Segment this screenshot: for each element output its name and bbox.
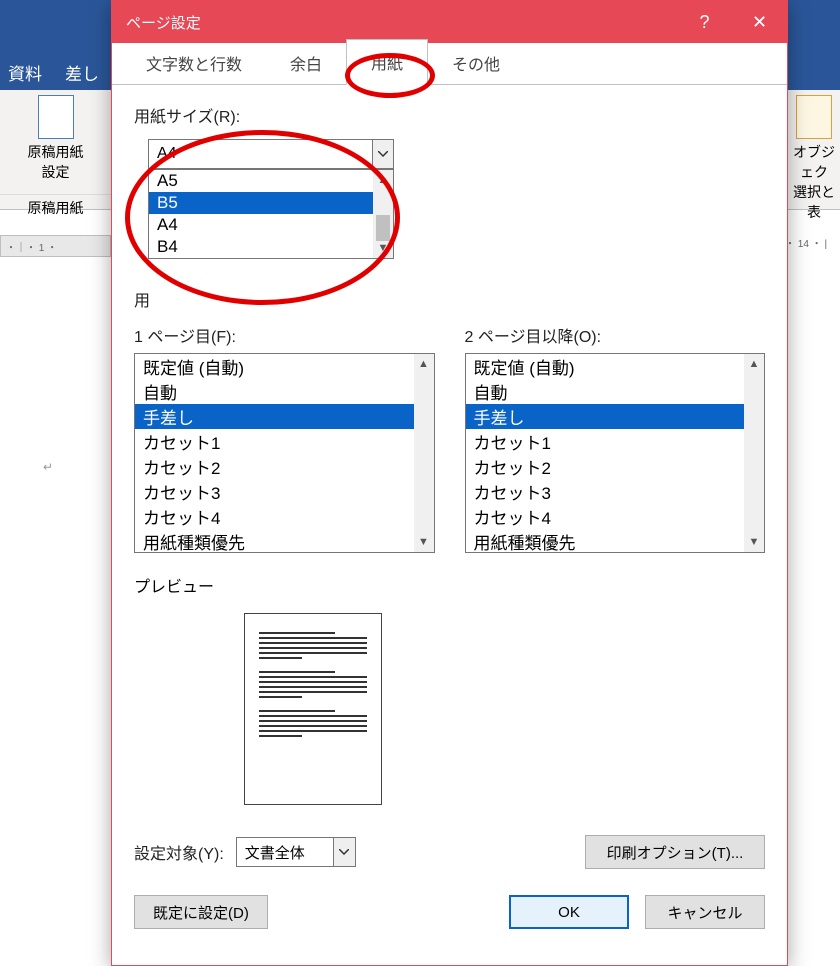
tray1-item-default[interactable]: 既定値 (自動)	[135, 354, 434, 379]
set-default-button[interactable]: 既定に設定(D)	[134, 895, 268, 929]
tray2-label: 2 ページ目以降(O):	[465, 323, 766, 347]
objects-icon[interactable]	[796, 95, 832, 139]
paper-option-b4[interactable]: B4	[149, 236, 393, 258]
apply-to-value: 文書全体	[237, 842, 333, 863]
tray2-item-manual[interactable]: 手差し	[466, 404, 765, 429]
ruler-right[interactable]: ・ 14 ・ |	[785, 235, 840, 257]
chevron-down-icon	[378, 151, 388, 157]
objects-label1: オブジェク	[788, 142, 840, 182]
genkou-label1: 原稿用紙	[0, 142, 111, 162]
paper-size-input[interactable]	[149, 140, 372, 168]
dialog-content: 用紙サイズ(R): A5 B5 A4 B4 ▲ ▼	[112, 85, 787, 941]
print-options-button[interactable]: 印刷オプション(T)...	[585, 835, 765, 869]
scroll-down-icon[interactable]: ▼	[744, 532, 764, 552]
tray1-label: 1 ページ目(F):	[134, 323, 435, 347]
scroll-up-icon[interactable]: ▲	[373, 170, 393, 190]
tray2-item-papertype[interactable]: 用紙種類優先	[466, 529, 765, 554]
dialog-tabs: 文字数と行数 余白 用紙 その他	[112, 43, 787, 85]
help-button[interactable]: ?	[677, 1, 732, 43]
tray2-item-cassette4[interactable]: カセット4	[466, 504, 765, 529]
tab-chars-lines[interactable]: 文字数と行数	[122, 41, 266, 85]
tray1-item-cassette3[interactable]: カセット3	[135, 479, 434, 504]
paper-option-a4[interactable]: A4	[149, 214, 393, 236]
tray1-item-cassette2[interactable]: カセット2	[135, 454, 434, 479]
ribbon-tab-mail[interactable]: 差し	[65, 60, 99, 85]
genkou-icon[interactable]	[38, 95, 74, 139]
paper-option-a5[interactable]: A5	[149, 170, 393, 192]
scroll-down-icon[interactable]: ▼	[373, 238, 393, 258]
dropdown-scrollbar[interactable]: ▲ ▼	[373, 170, 393, 258]
genkou-group-label: 原稿用紙	[0, 194, 111, 218]
tray2-listbox[interactable]: 既定値 (自動) 自動 手差し カセット1 カセット2 カセット3 カセット4 …	[465, 353, 766, 553]
preview-label: プレビュー	[134, 573, 765, 597]
genkou-label2: 設定	[0, 162, 111, 182]
scroll-up-icon[interactable]: ▲	[414, 354, 434, 374]
page-setup-dialog: ページ設定 ? ✕ 文字数と行数 余白 用紙 その他 用紙サイズ(R): A5 …	[111, 0, 788, 966]
tray1-item-auto[interactable]: 自動	[135, 379, 434, 404]
dialog-titlebar: ページ設定 ? ✕	[112, 1, 787, 43]
tray1-listbox[interactable]: 既定値 (自動) 自動 手差し カセット1 カセット2 カセット3 カセット4 …	[134, 353, 435, 553]
tab-margins[interactable]: 余白	[266, 41, 346, 85]
tray2-item-default[interactable]: 既定値 (自動)	[466, 354, 765, 379]
tray1-item-papertype[interactable]: 用紙種類優先	[135, 529, 434, 554]
tray2-scrollbar[interactable]: ▲ ▼	[744, 354, 764, 552]
scroll-up-icon[interactable]: ▲	[744, 354, 764, 374]
preview-page	[244, 613, 382, 805]
tray2-item-cassette2[interactable]: カセット2	[466, 454, 765, 479]
tray2-item-cassette1[interactable]: カセット1	[466, 429, 765, 454]
tray1-scrollbar[interactable]: ▲ ▼	[414, 354, 434, 552]
ribbon-group-genkou: 原稿用紙 設定 原稿用紙	[0, 90, 111, 210]
paper-size-dropdown: A5 B5 A4 B4 ▲ ▼	[148, 169, 394, 259]
paper-size-label: 用紙サイズ(R):	[134, 103, 765, 127]
apply-to-select[interactable]: 文書全体	[236, 837, 356, 867]
close-button[interactable]: ✕	[732, 1, 787, 43]
tray2-item-cassette3[interactable]: カセット3	[466, 479, 765, 504]
paper-option-b5[interactable]: B5	[149, 192, 393, 214]
tray1-item-manual[interactable]: 手差し	[135, 404, 434, 429]
chevron-down-icon	[339, 849, 349, 855]
objects-label2: 選択と表	[788, 182, 840, 222]
apply-to-dropdown-button[interactable]	[333, 838, 355, 866]
tray2-item-auto[interactable]: 自動	[466, 379, 765, 404]
scroll-thumb[interactable]	[376, 215, 390, 241]
tab-paper[interactable]: 用紙	[346, 39, 428, 85]
tab-other[interactable]: その他	[428, 41, 524, 85]
tray1-item-cassette1[interactable]: カセット1	[135, 429, 434, 454]
tray1-item-cassette4[interactable]: カセット4	[135, 504, 434, 529]
apply-to-label: 設定対象(Y):	[134, 840, 224, 864]
cancel-button[interactable]: キャンセル	[645, 895, 765, 929]
paper-size-combo[interactable]	[148, 139, 394, 169]
scroll-down-icon[interactable]: ▼	[414, 532, 434, 552]
dialog-title: ページ設定	[126, 12, 201, 33]
document-area[interactable]: ↵	[43, 460, 53, 474]
paper-size-dropdown-button[interactable]	[372, 140, 393, 168]
ribbon-group-objects: オブジェク 選択と表	[788, 90, 840, 210]
paper-tray-section-label: 用	[134, 287, 765, 311]
ok-button[interactable]: OK	[509, 895, 629, 929]
ribbon-tab-materials[interactable]: 資料	[8, 60, 42, 85]
ruler-left[interactable]: ・｜・ 1 ・	[0, 235, 111, 257]
